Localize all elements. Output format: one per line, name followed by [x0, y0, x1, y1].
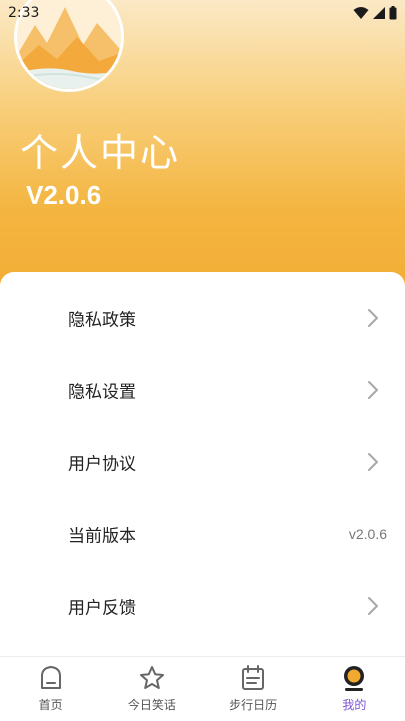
version-value: v2.0.6 — [348, 526, 387, 542]
cell-signal-icon — [373, 7, 385, 19]
chevron-right-icon — [368, 381, 378, 399]
profile-icon — [344, 666, 365, 691]
page-title: 个人中心 — [20, 131, 181, 175]
menu-item-label: 用户协议 — [68, 454, 136, 475]
menu-item-label: 隐私设置 — [68, 382, 136, 403]
calendar-icon — [242, 665, 265, 690]
wifi-icon — [353, 7, 369, 19]
menu-item-user-agreement[interactable]: 用户协议 — [0, 426, 405, 498]
chevron-right-icon — [368, 597, 378, 615]
nav-label: 今日笑话 — [127, 698, 176, 712]
menu-item-privacy-policy[interactable]: 隐私政策 — [0, 282, 405, 354]
chevron-right-icon — [368, 309, 378, 327]
status-time: 2:33 — [8, 5, 40, 21]
nav-label: 我的 — [342, 698, 367, 712]
profile-header: 2:33 个人中心 V2.0.6 — [0, 0, 405, 300]
nav-item-jokes[interactable]: 今日笑话 — [101, 657, 202, 721]
nav-label: 首页 — [38, 698, 63, 712]
app-version: V2.0.6 — [26, 180, 102, 210]
settings-card: 隐私政策 隐私设置 用户协议 当前版本 v2.0.6 用户反馈 — [0, 272, 405, 656]
home-icon — [40, 666, 61, 689]
menu-item-label: 用户反馈 — [68, 598, 136, 619]
battery-icon — [389, 6, 397, 20]
star-icon — [139, 666, 164, 689]
nav-item-walking-calendar[interactable]: 步行日历 — [203, 657, 304, 721]
chevron-right-icon — [368, 453, 378, 471]
nav-label: 步行日历 — [229, 698, 278, 712]
menu-item-privacy-settings[interactable]: 隐私设置 — [0, 354, 405, 426]
menu-item-feedback[interactable]: 用户反馈 — [0, 570, 405, 642]
status-icons — [353, 6, 397, 20]
nav-item-mine[interactable]: 我的 — [304, 657, 405, 721]
status-bar: 2:33 — [0, 0, 405, 28]
bottom-nav: 首页 今日笑话 步行日历 我的 — [0, 656, 405, 721]
menu-item-current-version: 当前版本 v2.0.6 — [0, 498, 405, 570]
menu-item-label: 隐私政策 — [68, 310, 136, 331]
menu-item-label: 当前版本 — [68, 526, 136, 547]
nav-item-home[interactable]: 首页 — [0, 657, 101, 721]
